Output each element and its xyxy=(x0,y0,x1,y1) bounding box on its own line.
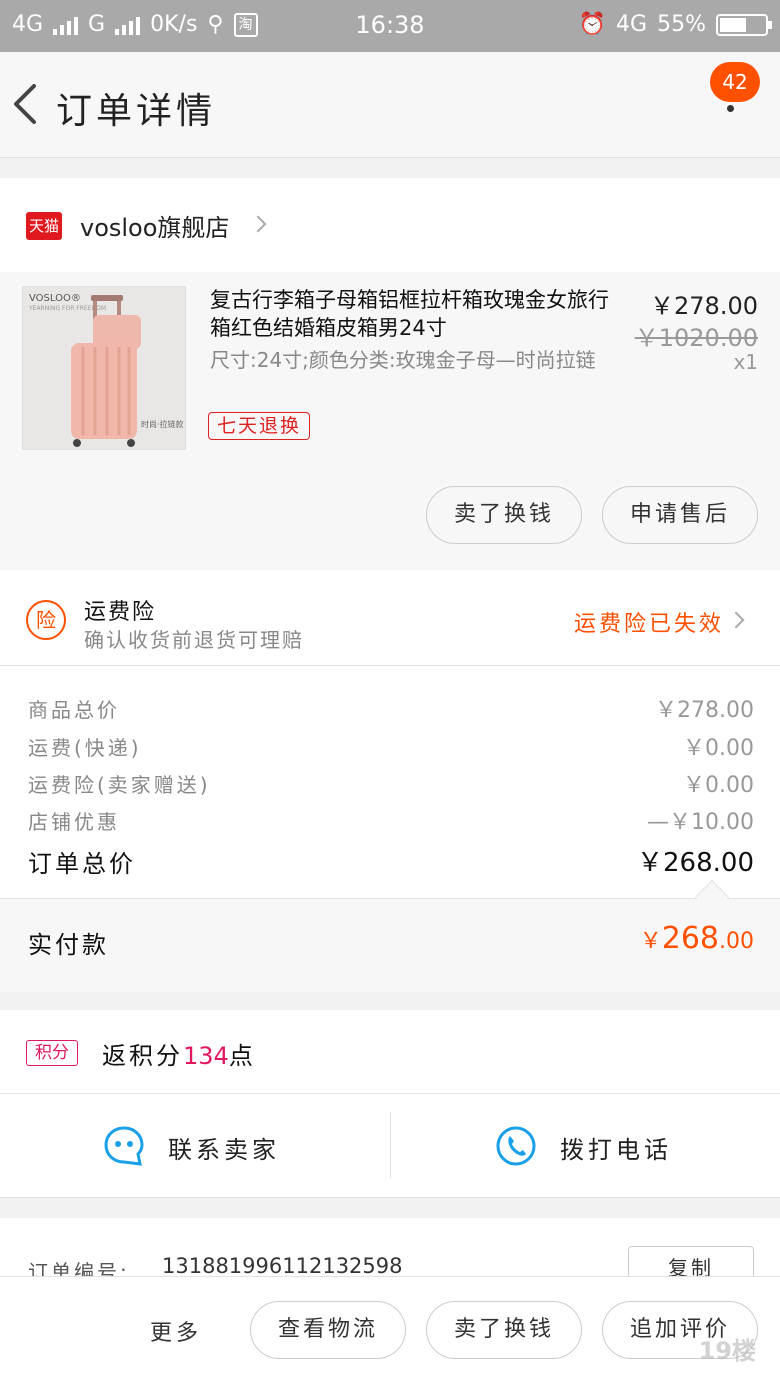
currency-symbol: ￥ xyxy=(639,929,662,954)
insurance-status[interactable]: 运费险已失效 xyxy=(574,606,724,638)
order-total-row: 订单总价 ￥268.00 xyxy=(28,838,754,878)
contact-seller-label: 联系卖家 xyxy=(168,1136,280,1164)
summary-value: ￥278.00 xyxy=(655,698,754,723)
contact-divider xyxy=(390,1112,391,1178)
resell-button-bottom[interactable]: 卖了换钱 xyxy=(426,1301,582,1359)
chevron-right-icon xyxy=(727,611,745,629)
points-text: 返积分134点 xyxy=(102,1036,256,1071)
summary-label: 商品总价 xyxy=(28,698,120,722)
summary-value: ￥0.00 xyxy=(683,736,754,761)
status-right: ⏰ 4G 55% xyxy=(578,12,772,37)
seven-day-return-tag: 七天退换 xyxy=(208,412,311,440)
product-original-price: ￥1020.00 xyxy=(634,324,758,352)
order-total-label: 订单总价 xyxy=(28,850,136,878)
call-phone-label: 拨打电话 xyxy=(560,1136,672,1164)
product-sku: 尺寸:24寸;颜色分类:玫瑰金子母—时尚拉链 xyxy=(210,348,596,372)
actual-payment-row: 实付款 ￥268.00 xyxy=(0,880,780,992)
page-title: 订单详情 xyxy=(56,91,217,132)
paid-decimal: .00 xyxy=(719,929,754,954)
points-amount: 134 xyxy=(183,1042,229,1070)
shop-name[interactable]: vosloo旗舰店 xyxy=(80,208,229,243)
price-summary: 商品总价 ￥278.00 运费(快递) ￥0.00 运费险(卖家赠送) ￥0.0… xyxy=(0,666,780,898)
back-arrow-icon[interactable] xyxy=(10,82,44,126)
site-watermark: 19楼 xyxy=(698,1337,756,1365)
summary-row: 商品总价 ￥278.00 xyxy=(28,688,754,724)
product-card[interactable]: VOSLOO® YEARNING FOR FREEDOM 时尚·拉链款 复古行李… xyxy=(0,272,780,570)
after-sale-button[interactable]: 申请售后 xyxy=(602,486,758,544)
summary-label: 运费险(卖家赠送) xyxy=(28,773,211,797)
paid-integer: 268 xyxy=(661,921,719,956)
order-total-value: ￥268.00 xyxy=(637,848,754,878)
view-logistics-button[interactable]: 查看物流 xyxy=(250,1301,406,1359)
actual-payment-label: 实付款 xyxy=(28,931,109,959)
insurance-desc: 确认收货前退货可理赔 xyxy=(84,628,304,652)
summary-row: 店铺优惠 —￥10.00 xyxy=(28,800,754,836)
message-count-badge[interactable]: 42 xyxy=(710,62,760,102)
points-row: 积分 返积分134点 xyxy=(0,1010,780,1094)
summary-value: —￥10.00 xyxy=(647,810,754,835)
phone-icon xyxy=(496,1126,536,1166)
summary-row: 运费险(卖家赠送) ￥0.00 xyxy=(28,763,754,799)
points-badge: 积分 xyxy=(26,1040,78,1066)
call-phone-button[interactable]: 拨打电话 xyxy=(494,1122,714,1170)
app-header: 订单详情 42 xyxy=(0,52,780,158)
shop-row[interactable]: 天猫 vosloo旗舰店 xyxy=(0,178,780,272)
resell-button[interactable]: 卖了换钱 xyxy=(426,486,582,544)
actual-payment-value: ￥268.00 xyxy=(640,921,754,956)
contact-row: 联系卖家 拨打电话 xyxy=(0,1094,780,1198)
product-image-caption: 时尚·拉链款 xyxy=(141,420,184,429)
insurance-title: 运费险 xyxy=(84,600,157,625)
chat-bubble-icon xyxy=(104,1126,144,1166)
bottom-action-bar: 更多 查看物流 卖了换钱 追加评价 19楼 xyxy=(0,1276,780,1386)
more-actions-link[interactable]: 更多 xyxy=(150,1315,202,1347)
product-title[interactable]: 复古行李箱子母箱铝框拉杆箱玫瑰金女旅行箱红色结婚箱皮箱男24寸 xyxy=(210,286,610,342)
shipping-insurance-row[interactable]: 险 运费险 确认收货前退货可理赔 运费险已失效 xyxy=(0,570,780,666)
chevron-right-icon xyxy=(249,215,267,233)
alarm-icon: ⏰ xyxy=(578,12,607,37)
product-image[interactable]: VOSLOO® YEARNING FOR FREEDOM 时尚·拉链款 xyxy=(22,286,186,450)
insurance-icon: 险 xyxy=(26,600,66,640)
battery-icon xyxy=(716,13,772,36)
status-bar: 4G G 0K/s ⚲ 淘 16:38 ⏰ 4G 55% xyxy=(0,0,780,52)
order-number-value: 1318819961121325​98 xyxy=(162,1254,403,1278)
summary-value: ￥0.00 xyxy=(683,773,754,798)
tmall-icon: 天猫 xyxy=(26,212,62,240)
network-label-4g-right: 4G xyxy=(616,12,648,37)
points-prefix: 返积分 xyxy=(102,1042,183,1070)
summary-label: 店铺优惠 xyxy=(28,810,120,834)
battery-percent: 55% xyxy=(657,12,706,37)
product-price: ￥278.00 xyxy=(650,292,758,320)
summary-label: 运费(快递) xyxy=(28,736,142,760)
product-quantity: x1 xyxy=(733,350,758,374)
contact-seller-button[interactable]: 联系卖家 xyxy=(102,1122,322,1170)
points-suffix: 点 xyxy=(228,1042,256,1070)
summary-row: 运费(快递) ￥0.00 xyxy=(28,726,754,762)
